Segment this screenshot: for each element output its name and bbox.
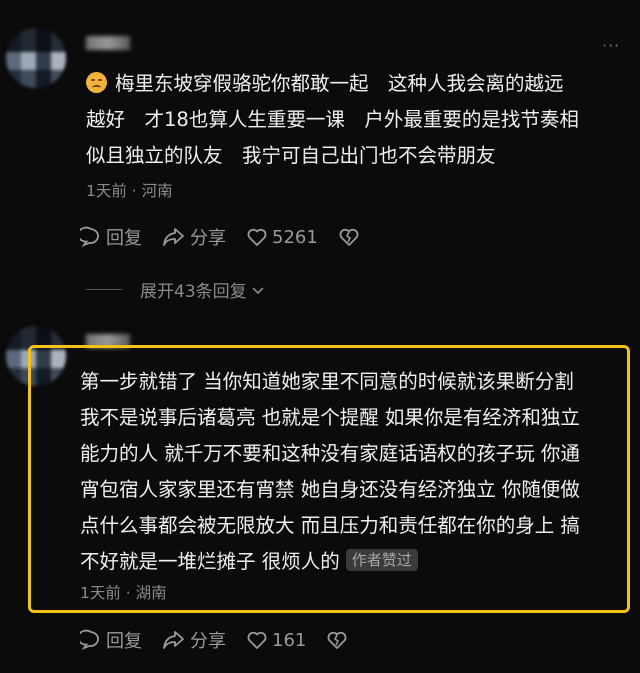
comment-line: 似且独立的队友 我宁可自己出门也不会带朋友 [86,144,496,167]
share-icon [163,228,184,246]
dislike-button[interactable] [326,629,352,651]
reply-button[interactable]: 回复 [80,627,142,653]
comment-meta: 1天前 · 河南 [86,182,173,200]
like-count: 5261 [272,226,318,248]
comment-line: 宵包宿人家家里还有宵禁 她自身还没有经济独立 你随便做 [80,478,580,501]
comment-line: 不好就是一堆烂摊子 很烦人的 作者赞过 [80,544,580,580]
reply-label: 回复 [106,228,142,249]
expand-label: 展开43条回复 [140,282,247,302]
comment-line: 第一步就错了 当你知道她家里不同意的时候就该果断分割 [80,370,574,393]
comment-line: 能力的人 就千万不要和这种没有家庭话语权的孩子玩 你通 [80,442,580,465]
dislike-icon [327,631,347,649]
like-button[interactable]: 5261 [246,226,318,248]
share-label: 分享 [190,228,226,249]
share-label: 分享 [190,631,226,652]
action-row: 回复 分享 5261 [80,224,384,250]
author-liked-badge: 作者赞过 [345,549,418,571]
like-count: 161 [272,629,307,651]
like-icon [247,228,267,246]
chevron-down-icon [252,286,264,294]
share-button[interactable]: 分享 [162,627,226,653]
username[interactable] [86,36,130,50]
more-icon[interactable]: ··· [602,36,620,55]
comment-line: 越好 才18也算人生重要一课 户外最重要的是找节奏相 [86,108,579,131]
comment-line: 点什么事都会被无限放大 而且压力和责任都在你的身上 搞 [80,514,580,537]
share-icon [163,631,184,649]
dislike-button[interactable] [338,226,364,248]
reply-label: 回复 [106,631,142,652]
expand-replies[interactable]: 展开43条回复 [86,277,266,302]
comment-line: 梅里东坡穿假骆驼你都敢一起 这种人我会离的越远 [86,66,579,102]
comment-line: 我不是说事后诸葛亮 也就是个提醒 如果你是有经济和独立 [80,406,580,429]
like-icon [247,631,267,649]
share-button[interactable]: 分享 [162,224,226,250]
avatar[interactable] [6,28,66,88]
dislike-icon [339,228,359,246]
emoji-icon [86,72,107,93]
reply-icon [80,629,99,651]
comment-text: 第一步就错了 当你知道她家里不同意的时候就该果断分割 我不是说事后诸葛亮 也就是… [80,364,580,580]
divider [86,289,122,290]
comment-meta: 1天前 · 湖南 [80,584,167,602]
reply-button[interactable]: 回复 [80,224,142,250]
like-button[interactable]: 161 [246,629,306,651]
action-row: 回复 分享 161 [80,627,372,653]
reply-icon [80,226,99,248]
comment-text: 梅里东坡穿假骆驼你都敢一起 这种人我会离的越远 越好 才18也算人生重要一课 户… [86,66,579,174]
